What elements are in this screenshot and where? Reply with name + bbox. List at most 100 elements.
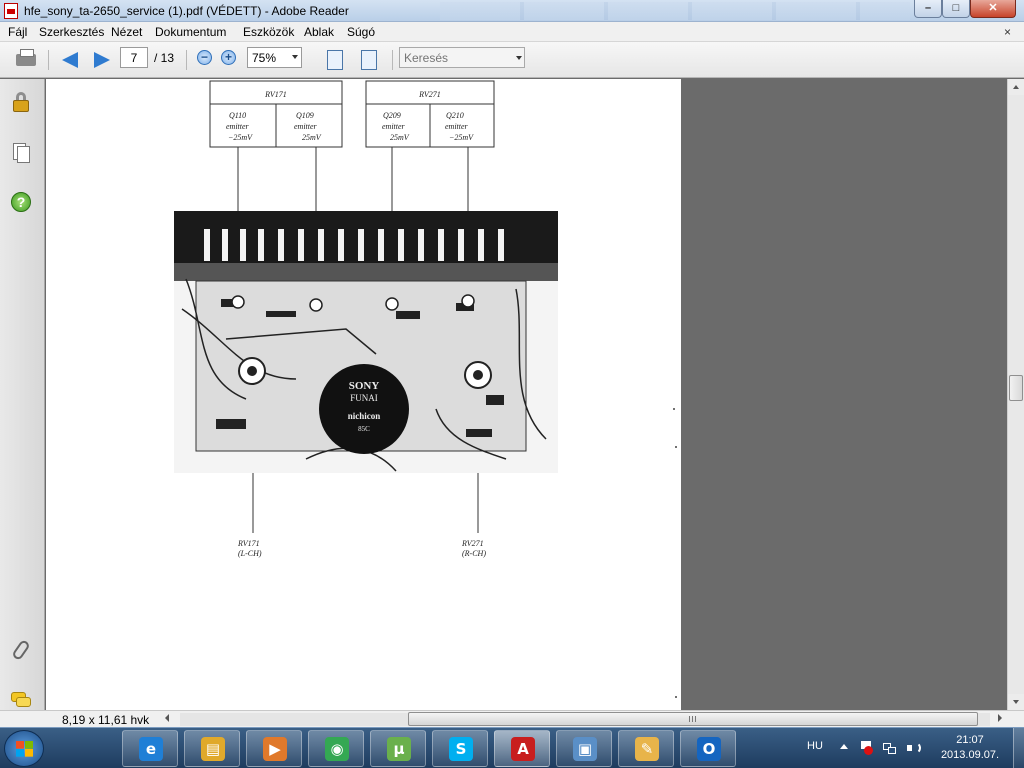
start-button[interactable] (4, 730, 44, 767)
skype-icon: S (449, 737, 473, 761)
cell-name: Q110 (229, 111, 246, 120)
action-center-flag-icon[interactable] (858, 740, 874, 756)
scrolling-mode-button[interactable] (324, 48, 346, 72)
background-window-tabs (440, 2, 910, 20)
security-lock-icon[interactable] (10, 91, 32, 113)
volume-icon[interactable] (906, 740, 922, 756)
clock-date[interactable]: 2013.09.07. (938, 749, 1002, 761)
taskbar-app-file-explorer[interactable]: ▤ (184, 730, 240, 767)
document-viewport[interactable]: RV171 Q110 emitter −25mV Q109 emitter 25… (46, 79, 1007, 710)
maximize-button[interactable]: □ (942, 0, 970, 18)
title-bar: hfe_sony_ta-2650_service (1).pdf (VÉDETT… (0, 0, 1024, 22)
zoom-in-button[interactable]: + (221, 50, 236, 65)
fit-page-button[interactable] (358, 48, 380, 72)
pdf-file-icon (4, 3, 18, 19)
windows-logo-icon (16, 741, 33, 757)
bottom-right-sublabel: (R-CH) (462, 549, 486, 558)
maximize-icon: □ (952, 2, 960, 14)
taskbar-app-outlook[interactable]: O (680, 730, 736, 767)
taskbar-app-photo-viewer[interactable]: ▣ (556, 730, 612, 767)
close-icon: ✕ (988, 2, 998, 14)
next-page-button[interactable] (88, 48, 114, 72)
cell-line: 25mV (302, 133, 322, 142)
status-bar: 8,19 x 11,61 hvk (0, 710, 1024, 727)
right-box-title: RV271 (418, 90, 441, 99)
menu-edit[interactable]: Szerkesztés (39, 25, 104, 39)
right-measurement-box: RV271 Q209 emitter 25mV Q210 emitter −25… (365, 80, 495, 148)
close-document-icon[interactable]: × (1004, 25, 1011, 39)
zoom-select[interactable]: 75% (247, 47, 302, 68)
internet-explorer-icon: e (139, 737, 163, 761)
taskbar-app-chrome[interactable]: ◉ (308, 730, 364, 767)
zoom-value: 75% (252, 51, 277, 65)
previous-page-button[interactable] (58, 48, 84, 72)
menu-bar: Fájl Szerkesztés Nézet Dokumentum Eszköz… (0, 22, 1024, 42)
taskbar-app-internet-explorer[interactable]: e (122, 730, 178, 767)
search-input[interactable] (399, 47, 525, 68)
show-desktop-button[interactable] (1013, 728, 1024, 768)
scroll-right-icon[interactable] (998, 714, 1002, 722)
outlook-icon: O (697, 737, 721, 761)
comments-icon[interactable] (10, 689, 32, 711)
paint-icon: ✎ (635, 737, 659, 761)
arrow-left-icon (62, 52, 78, 68)
page-scroll-icon (327, 50, 343, 70)
chrome-icon: ◉ (325, 737, 349, 761)
scroll-left-icon[interactable] (165, 714, 169, 722)
cell-name: Q210 (446, 111, 464, 120)
adobe-reader-icon: A (511, 737, 535, 761)
taskbar-app-media-player[interactable]: ▶ (246, 730, 302, 767)
page-size-label: 8,19 x 11,61 hvk (62, 713, 150, 727)
cell-name: Q109 (296, 111, 314, 120)
cell-line: −25mV (228, 133, 253, 142)
minimize-icon: – (924, 2, 932, 14)
chevron-down-icon (292, 55, 298, 59)
menu-tools[interactable]: Eszközök (243, 25, 294, 39)
toolbar-separator (186, 50, 187, 70)
vertical-scrollbar[interactable] (1007, 79, 1024, 710)
cell-name: Q209 (383, 111, 401, 120)
menu-window[interactable]: Ablak (304, 25, 334, 39)
clock-time[interactable]: 21:07 (950, 734, 990, 746)
print-button[interactable] (12, 48, 40, 72)
amplifier-photo: SONY FUNAI nichicon 85C (174, 211, 558, 473)
network-icon[interactable] (882, 740, 898, 756)
show-hidden-icons-icon[interactable] (840, 744, 848, 749)
minimize-button[interactable]: – (914, 0, 942, 18)
cell-line: emitter (226, 122, 250, 131)
bottom-left-sublabel: (L-CH) (238, 549, 262, 558)
language-indicator[interactable]: HU (807, 740, 823, 752)
zoom-out-button[interactable]: − (197, 50, 212, 65)
taskbar-app-utorrent[interactable]: µ (370, 730, 426, 767)
arrow-right-icon (94, 52, 110, 68)
scroll-down-icon[interactable] (1008, 694, 1024, 710)
taskbar-app-paint[interactable]: ✎ (618, 730, 674, 767)
schematic-figure: RV171 Q110 emitter −25mV Q109 emitter 25… (174, 80, 677, 698)
svg-text:85C: 85C (358, 425, 370, 433)
vertical-scroll-thumb[interactable] (1009, 375, 1023, 401)
page-total: / 13 (154, 51, 175, 65)
printer-icon (16, 49, 36, 66)
horizontal-scroll-thumb[interactable] (408, 712, 978, 726)
search-options-chevron-icon[interactable] (516, 56, 522, 60)
menu-help[interactable]: Súgó (347, 25, 375, 39)
media-player-icon: ▶ (263, 737, 287, 761)
pdf-page: RV171 Q110 emitter −25mV Q109 emitter 25… (46, 79, 681, 710)
attachments-icon[interactable] (10, 638, 32, 662)
utorrent-icon: µ (387, 737, 411, 761)
scroll-up-icon[interactable] (1008, 79, 1024, 95)
page-number-input[interactable] (120, 47, 148, 68)
cell-line: 25mV (390, 133, 410, 142)
taskbar-app-skype[interactable]: S (432, 730, 488, 767)
close-button[interactable]: ✕ (970, 0, 1016, 18)
left-box-title: RV171 (264, 90, 287, 99)
help-icon[interactable]: ? (10, 191, 32, 213)
menu-file[interactable]: Fájl (8, 25, 27, 39)
svg-text:SONY: SONY (349, 380, 380, 392)
taskbar-app-adobe-reader[interactable]: A (494, 730, 550, 767)
left-measurement-box: RV171 Q110 emitter −25mV Q109 emitter 25… (209, 80, 343, 148)
cell-line: emitter (382, 122, 406, 131)
page-thumbnails-icon[interactable] (10, 141, 32, 163)
menu-view[interactable]: Nézet (111, 25, 142, 39)
menu-document[interactable]: Dokumentum (155, 25, 226, 39)
